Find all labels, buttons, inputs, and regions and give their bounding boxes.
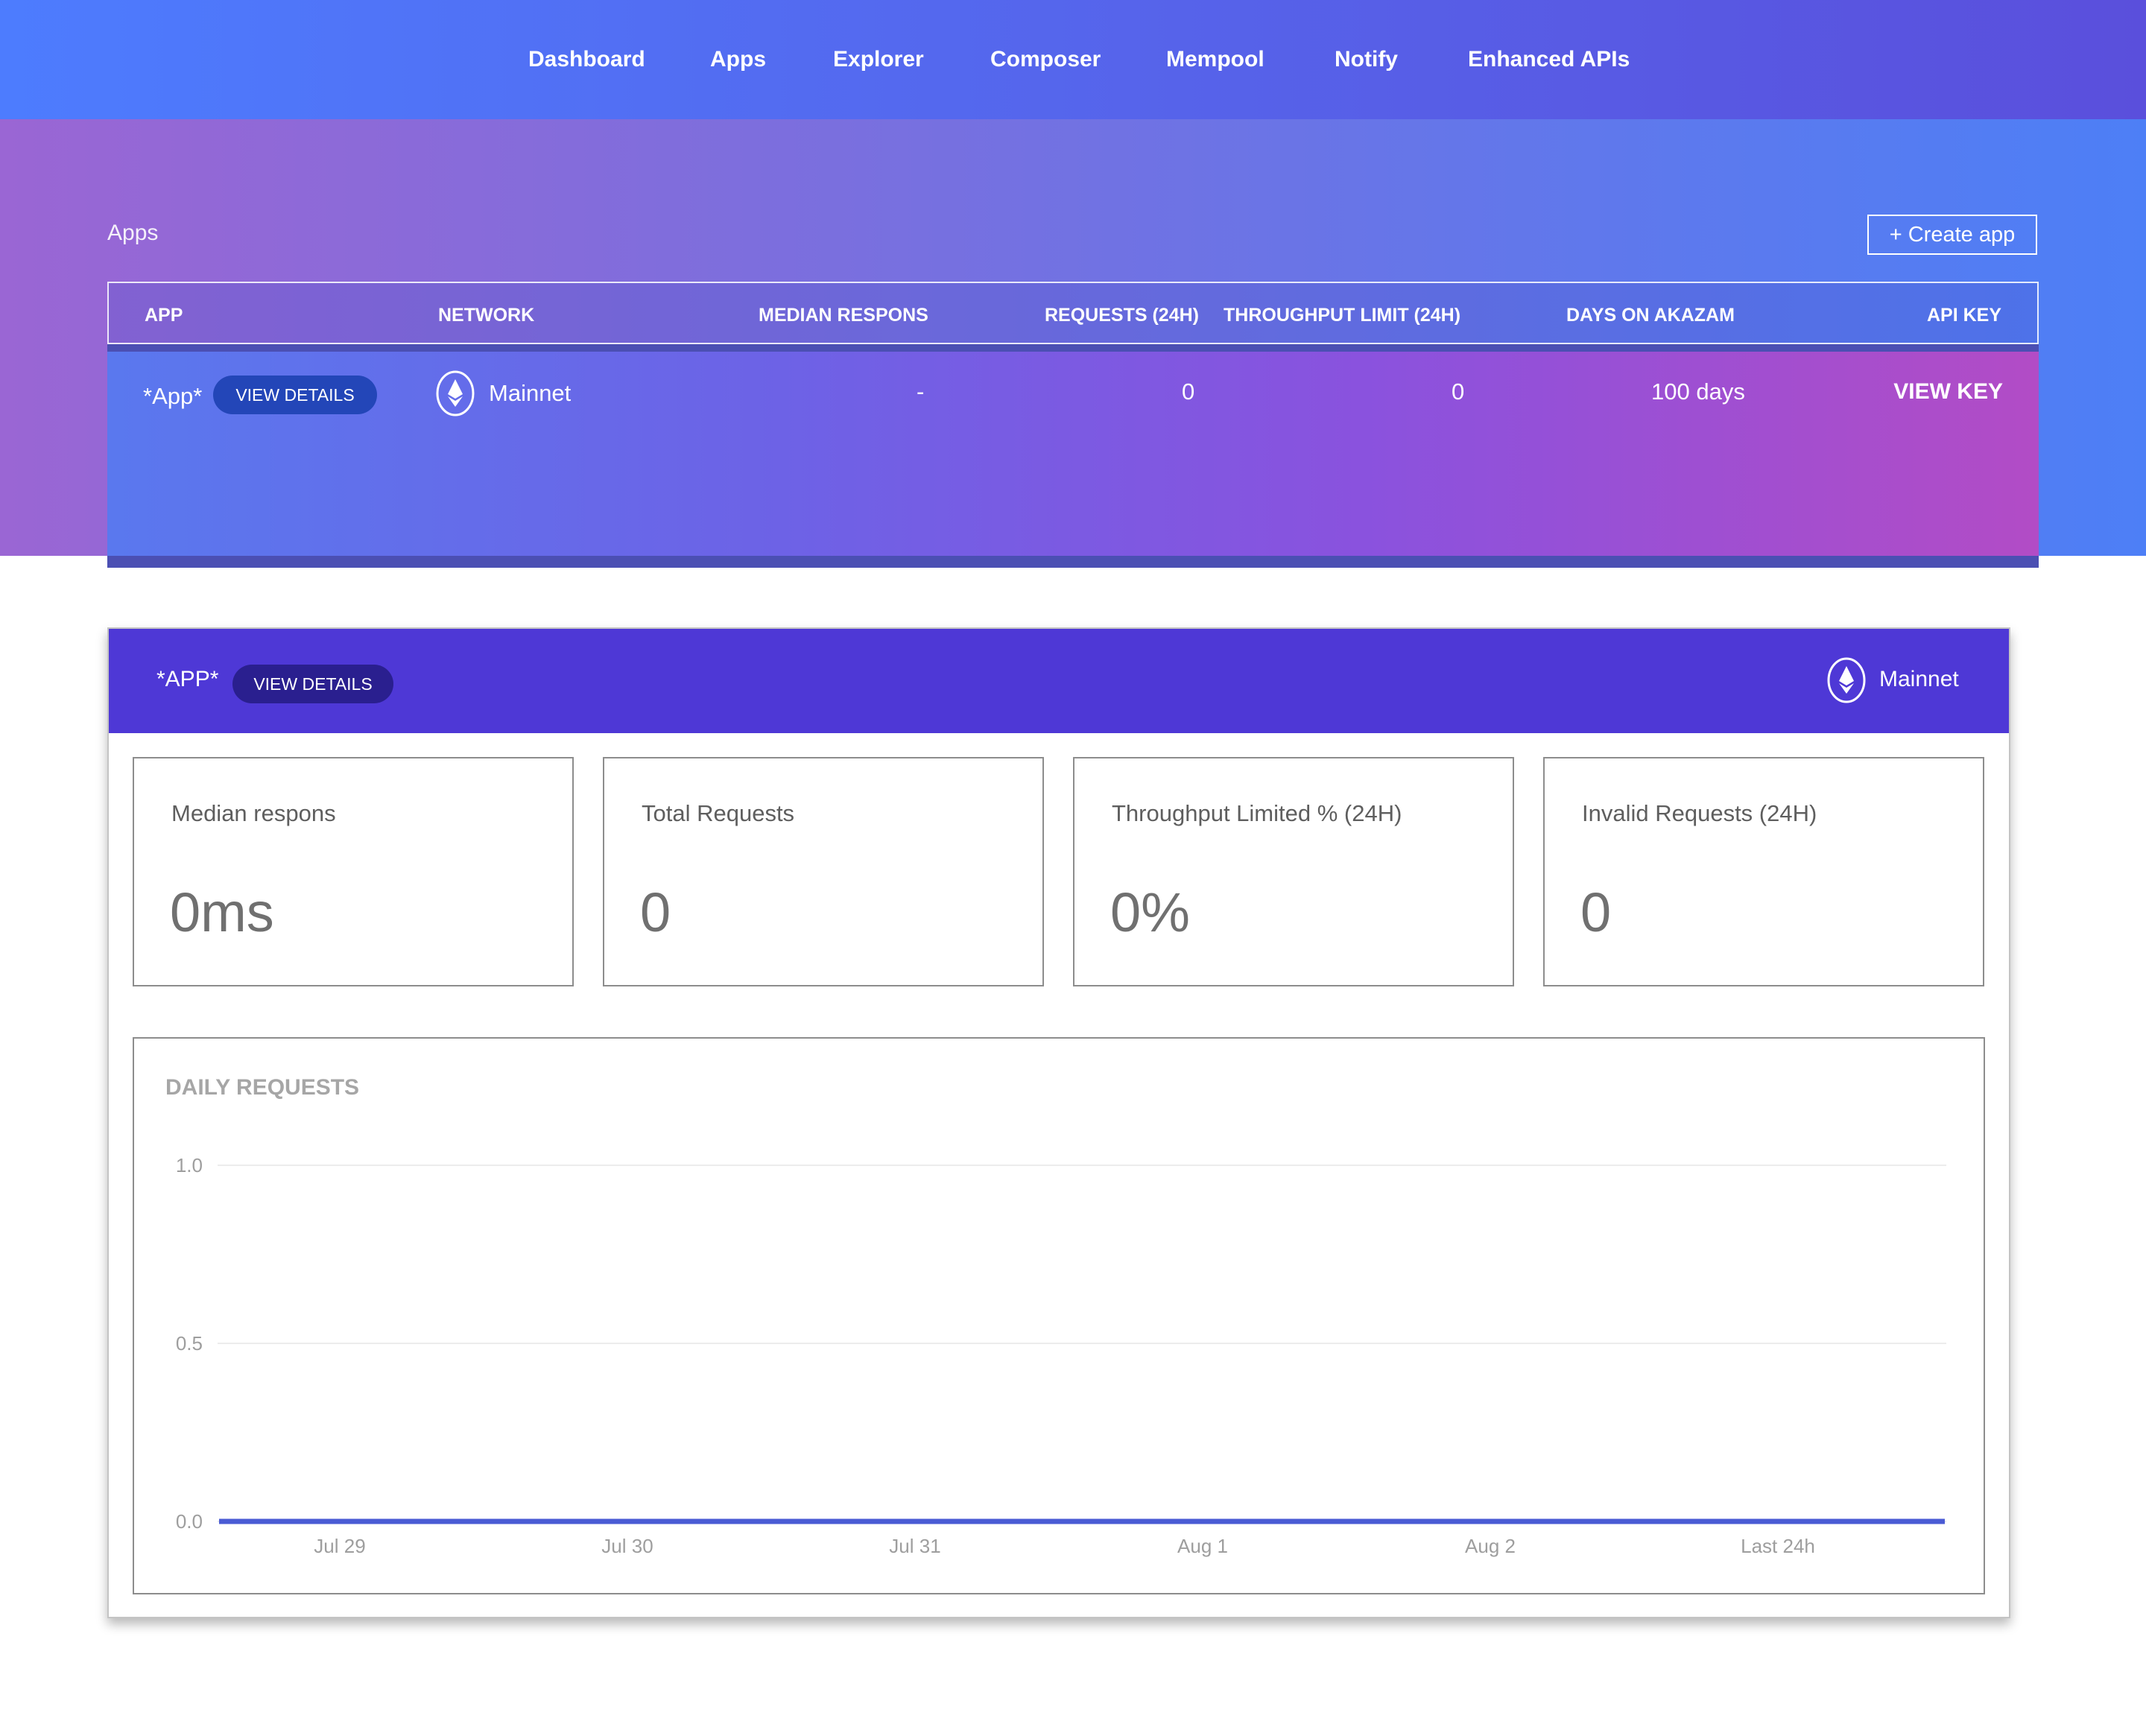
stat-label: Total Requests: [642, 800, 795, 826]
ethereum-icon: [436, 370, 475, 416]
requests-value: 0: [1182, 378, 1195, 405]
nav-item-dashboard[interactable]: Dashboard: [528, 43, 645, 76]
y-tick-label: 1.0: [176, 1154, 203, 1176]
app-card-network: Mainnet: [1879, 667, 1959, 691]
top-navigation: Dashboard Apps Explorer Composer Mempool…: [0, 0, 2146, 119]
data-point: [1201, 1520, 1204, 1523]
data-point: [338, 1520, 341, 1523]
days-value: 100 days: [1651, 378, 1745, 405]
column-header-requests: REQUESTS (24H): [1045, 305, 1199, 326]
x-tick-label: Jul 31: [889, 1535, 940, 1557]
stat-label: Throughput Limited % (24H): [1112, 800, 1402, 826]
x-tick-label: Jul 29: [314, 1535, 365, 1557]
column-header-throughput-limit: THROUGHPUT LIMIT (24H): [1224, 305, 1461, 326]
row-divider: [107, 556, 2039, 568]
view-details-button[interactable]: VIEW DETAILS: [213, 376, 377, 414]
apps-title: Apps: [107, 221, 159, 245]
apps-table-header: APP NETWORK MEDIAN RESPONS REQUESTS (24H…: [107, 282, 2039, 344]
x-tick-label: Last 24h: [1741, 1535, 1815, 1557]
table-row[interactable]: *App* VIEW DETAILS Mainnet - 0 0 100 day…: [107, 352, 2039, 556]
stat-card-median-response: Median respons 0ms: [133, 757, 574, 986]
nav-item-apps[interactable]: Apps: [710, 43, 766, 76]
x-tick-label: Aug 2: [1465, 1535, 1516, 1557]
column-header-api-key: API KEY: [1926, 305, 2001, 326]
column-header-network: NETWORK: [438, 305, 535, 326]
app-name: *App*: [143, 383, 203, 409]
nav-item-notify[interactable]: Notify: [1335, 43, 1398, 76]
create-app-button[interactable]: + Create app: [1867, 215, 2037, 255]
app-card-header: *APP* VIEW DETAILS Mainnet: [109, 629, 2009, 733]
data-point: [626, 1520, 629, 1523]
median-response-value: -: [917, 378, 925, 405]
column-header-days: DAYS ON AKAZAM: [1566, 305, 1735, 326]
row-divider: [107, 344, 2039, 352]
ethereum-icon: [1827, 657, 1866, 703]
stat-value: 0: [640, 881, 671, 943]
stat-card-invalid-requests: Invalid Requests (24H) 0: [1543, 757, 1984, 986]
stat-value: 0%: [1110, 881, 1190, 943]
stat-label: Invalid Requests (24H): [1582, 800, 1817, 826]
app-detail-card: *APP* VIEW DETAILS Mainnet Median respon…: [107, 627, 2010, 1618]
nav-item-composer[interactable]: Composer: [990, 43, 1101, 76]
nav-item-explorer[interactable]: Explorer: [833, 43, 924, 76]
network-name: Mainnet: [489, 380, 572, 406]
view-details-button[interactable]: VIEW DETAILS: [232, 665, 393, 703]
column-header-median-response: MEDIAN RESPONS: [759, 305, 928, 326]
x-tick-label: Aug 1: [1177, 1535, 1228, 1557]
stat-card-throughput-limited: Throughput Limited % (24H) 0%: [1073, 757, 1514, 986]
nav-item-mempool[interactable]: Mempool: [1166, 43, 1265, 76]
stat-value: 0: [1580, 881, 1612, 943]
throughput-limit-value: 0: [1452, 378, 1465, 405]
data-point: [914, 1520, 917, 1523]
daily-requests-chart: DAILY REQUESTS 1.0 0.5 0.0 Jul 29 Jul 30 Jul …: [133, 1037, 1985, 1594]
column-header-app: APP: [145, 305, 183, 326]
nav-item-enhanced-apis[interactable]: Enhanced APIs: [1468, 43, 1630, 76]
stat-label: Median respons: [171, 800, 336, 826]
stat-value: 0ms: [170, 881, 274, 943]
chart-plot: 1.0 0.5 0.0 Jul 29 Jul 30 Jul 31 Aug 1 Aug 2 Las…: [176, 1154, 1946, 1557]
data-point: [1489, 1520, 1492, 1523]
view-key-link[interactable]: VIEW KEY: [1893, 377, 2003, 407]
data-point: [1776, 1520, 1779, 1523]
app-card-name: *APP*: [156, 667, 219, 691]
stat-card-total-requests: Total Requests 0: [603, 757, 1044, 986]
y-tick-label: 0.5: [176, 1332, 203, 1355]
y-tick-label: 0.0: [176, 1510, 203, 1533]
apps-section: Apps + Create app APP NETWORK MEDIAN RES…: [0, 119, 2146, 568]
x-tick-label: Jul 30: [601, 1535, 653, 1557]
